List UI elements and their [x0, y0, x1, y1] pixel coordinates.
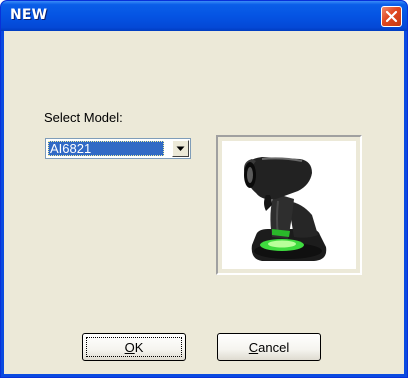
- model-preview-frame: [216, 135, 362, 275]
- model-select[interactable]: AI6821: [45, 138, 191, 159]
- title-bar[interactable]: NEW: [1, 1, 407, 31]
- chevron-down-icon: [176, 146, 185, 151]
- dropdown-button[interactable]: [172, 140, 189, 157]
- close-button[interactable]: [381, 6, 402, 27]
- focus-rectangle: [86, 337, 182, 357]
- ok-button[interactable]: OK: [82, 333, 186, 361]
- select-model-label: Select Model:: [44, 110, 123, 125]
- dialog-body: Select Model: AI6821 OK Cancel: [4, 31, 404, 374]
- window-title: NEW: [10, 7, 48, 23]
- cancel-button[interactable]: Cancel: [217, 333, 321, 361]
- close-x-icon: [385, 10, 398, 23]
- cancel-button-label: Cancel: [248, 339, 290, 355]
- barcode-scanner-image: [244, 157, 327, 261]
- model-preview-image: [222, 141, 356, 269]
- dialog-window: NEW Select Model: AI6821 OK Cancel: [0, 0, 408, 378]
- model-select-value: AI6821: [48, 141, 164, 156]
